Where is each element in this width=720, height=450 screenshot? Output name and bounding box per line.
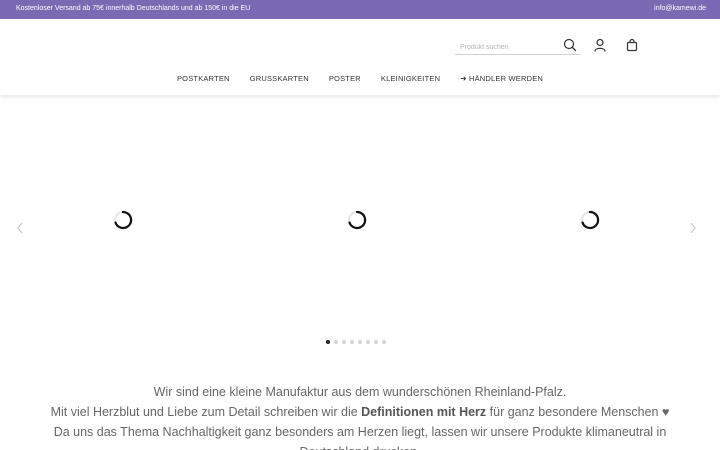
- nav-haendler-werden[interactable]: ➜ HÄNDLER WERDEN: [460, 74, 543, 83]
- intro-text-part: für ganz besondere Menschen ♥: [486, 405, 670, 419]
- intro-line: Wir sind eine kleine Manufaktur aus dem …: [153, 385, 567, 399]
- slider-dot[interactable]: [382, 340, 386, 344]
- intro-line: Deutschland drucken.: [0, 442, 720, 450]
- slider-dot[interactable]: [358, 340, 362, 344]
- loading-spinner-icon: [114, 210, 133, 230]
- slider-dot[interactable]: [374, 340, 378, 344]
- contact-email-link[interactable]: info@kamewi.de: [654, 5, 706, 12]
- chevron-right-icon[interactable]: [688, 221, 698, 235]
- search-icon[interactable]: [562, 37, 578, 53]
- user-icon[interactable]: [592, 37, 608, 53]
- search-bar: [455, 36, 580, 56]
- slider-dot[interactable]: [334, 340, 338, 344]
- site-header: POSTKARTEN GRUSSKARTEN POSTER KLEINIGKEI…: [0, 19, 720, 95]
- slider-dot[interactable]: [342, 340, 346, 344]
- intro-text: Wir sind eine kleine Manufaktur aus dem …: [0, 382, 720, 450]
- intro-highlight: Definitionen mit Herz: [361, 405, 487, 419]
- slider-dot[interactable]: [326, 340, 330, 344]
- shipping-info: Kostenloser Versand ab 75€ innerhalb Deu…: [16, 5, 251, 12]
- slider-dot[interactable]: [366, 340, 370, 344]
- loading-spinner-icon: [348, 210, 367, 230]
- product-slider: [0, 95, 720, 355]
- nav-kleinigkeiten[interactable]: KLEINIGKEITEN: [381, 74, 440, 83]
- bag-icon[interactable]: [624, 37, 640, 53]
- loading-spinner-icon: [581, 210, 600, 230]
- search-input[interactable]: [455, 39, 550, 56]
- main-navigation: POSTKARTEN GRUSSKARTEN POSTER KLEINIGKEI…: [0, 74, 720, 83]
- nav-poster[interactable]: POSTER: [329, 74, 361, 83]
- nav-grusskarten[interactable]: GRUSSKARTEN: [250, 74, 309, 83]
- intro-line: Mit viel Herzblut und Liebe zum Detail s…: [0, 402, 720, 422]
- announcement-bar: Kostenloser Versand ab 75€ innerhalb Deu…: [0, 0, 720, 19]
- slider-dot[interactable]: [350, 340, 354, 344]
- chevron-left-icon[interactable]: [15, 221, 25, 235]
- slider-pagination: [326, 340, 386, 344]
- intro-text-part: Mit viel Herzblut und Liebe zum Detail s…: [50, 405, 362, 419]
- intro-line: Da uns das Thema Nachhaltigkeit ganz bes…: [53, 425, 667, 439]
- nav-postkarten[interactable]: POSTKARTEN: [177, 74, 230, 83]
